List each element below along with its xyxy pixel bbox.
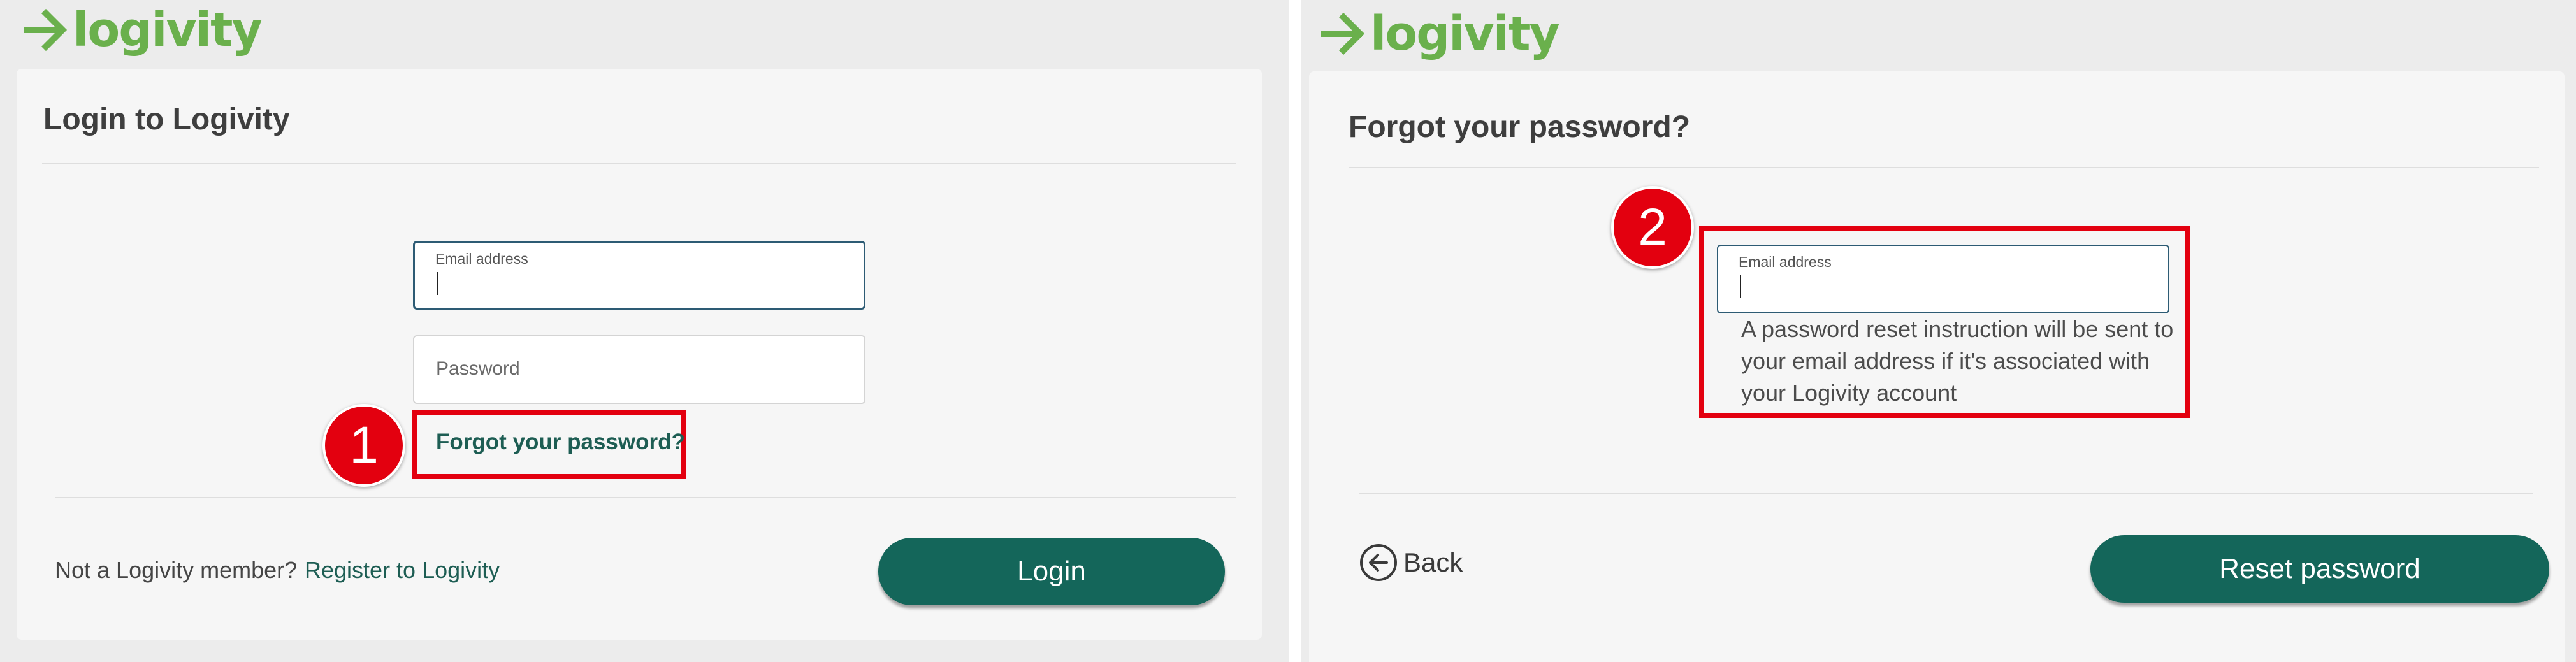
member-prompt: Not a Logivity member? [55, 557, 298, 583]
forgot-password-link[interactable]: Forgot your password? [436, 429, 685, 455]
title-divider [1349, 167, 2539, 168]
logivity-logo: logivity [1321, 6, 1560, 61]
email-field-label: Email address [1739, 254, 1832, 270]
brand-name: logivity [73, 3, 263, 57]
reset-help-text: A password reset instruction will be sen… [1741, 316, 2174, 406]
footer-divider [55, 497, 1236, 498]
brand-name: logivity [1370, 6, 1560, 61]
password-placeholder: Password [436, 358, 520, 379]
title-divider [42, 163, 1236, 164]
password-field[interactable]: Password [413, 335, 865, 404]
back-link[interactable]: Back [1359, 543, 1463, 582]
forgot-password-panel: logivity Forgot your password? Email add… [1301, 0, 2576, 662]
logivity-logo: logivity [23, 3, 263, 57]
page-title: Login to Logivity [43, 103, 290, 136]
reset-password-button[interactable]: Reset password [2090, 535, 2549, 603]
back-link-label: Back [1403, 547, 1463, 577]
right-arrow-icon [24, 8, 68, 52]
register-link[interactable]: Register to Logivity [305, 557, 500, 584]
login-card: Login to Logivity Email address Password… [17, 69, 1262, 640]
right-arrow-icon [1321, 12, 1365, 55]
step-badge-2: 2 [1611, 186, 1694, 269]
circle-left-arrow-icon [1360, 544, 1397, 581]
footer-divider [1359, 493, 2533, 494]
text-caret [1740, 275, 1741, 298]
step-badge-1: 1 [322, 404, 405, 487]
page-title: Forgot your password? [1349, 110, 1691, 144]
email-field-label: Email address [435, 250, 528, 267]
email-field[interactable]: Email address [1717, 245, 2169, 313]
panel-divider [1289, 0, 1301, 662]
forgot-password-card: Forgot your password? Email address A pa… [1309, 71, 2565, 662]
email-field[interactable]: Email address [413, 241, 865, 310]
login-panel: logivity Login to Logivity Email address… [0, 0, 1289, 662]
login-button[interactable]: Login [878, 538, 1225, 605]
text-caret [437, 272, 438, 295]
